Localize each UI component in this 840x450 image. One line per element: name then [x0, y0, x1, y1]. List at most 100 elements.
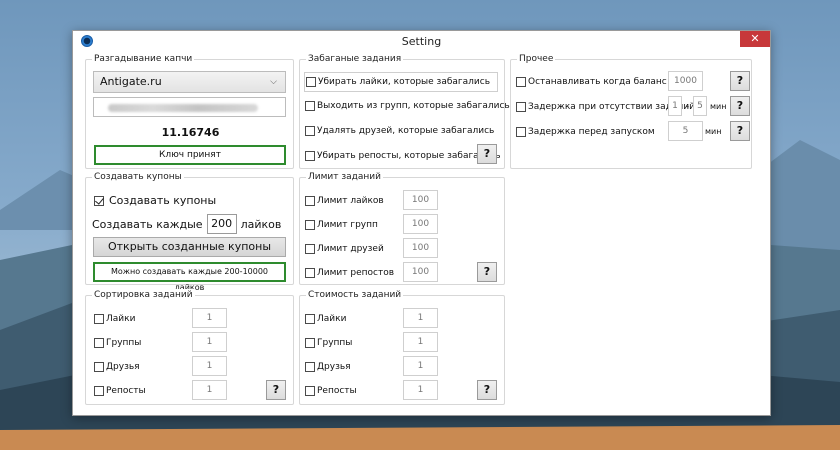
banned-reposts-label: Убирать репосты, которые забагались	[317, 151, 501, 161]
limit-likes-check[interactable]	[305, 196, 315, 206]
captcha-service-value: Antigate.ru	[100, 75, 162, 88]
cost-reposts-input[interactable]: 1	[403, 380, 438, 400]
every-label: Создавать каждые	[92, 217, 203, 231]
banned-reposts-checkbox[interactable]: Убирать репосты, которые забагались	[305, 151, 501, 161]
create-coupons-label: Создавать купоны	[109, 194, 217, 207]
banned-groups-label: Выходить из групп, которые забагались	[317, 101, 510, 111]
delay-start-input[interactable]: 5	[668, 121, 703, 141]
limit-friends-input[interactable]: 100	[403, 238, 438, 258]
delay-absent-check[interactable]	[516, 102, 526, 112]
sort-reposts-check[interactable]	[94, 386, 104, 396]
sort-friends-label: Друзья	[106, 362, 140, 372]
sort-likes-label: Лайки	[106, 314, 136, 324]
close-button[interactable]: ✕	[740, 31, 770, 47]
banned-likes-checkbox[interactable]: Убирать лайки, которые забагались	[304, 72, 498, 92]
create-coupons-check[interactable]	[94, 195, 104, 206]
banned-reposts-check[interactable]	[305, 151, 315, 161]
cost-groups-input[interactable]: 1	[403, 332, 438, 352]
banned-likes-label: Убирать лайки, которые забагались	[318, 77, 491, 87]
cost-friends-check[interactable]	[305, 362, 315, 372]
limit-reposts-input[interactable]: 100	[403, 262, 438, 282]
title-bar[interactable]: Setting ✕	[73, 31, 770, 51]
limit-likes-checkbox[interactable]: Лимит лайков	[305, 196, 384, 206]
limit-reposts-checkbox[interactable]: Лимит репостов	[305, 268, 394, 278]
banned-likes-check[interactable]	[306, 77, 316, 87]
banned-help-button[interactable]: ?	[477, 144, 497, 164]
api-key-input[interactable]	[93, 97, 286, 117]
settings-window: Setting ✕ Разгадывание капчи Antigate.ru…	[72, 30, 771, 416]
banned-group-title: Забаганые задания	[306, 53, 404, 65]
delay-start-min-label: мин	[705, 127, 722, 136]
limit-friends-check[interactable]	[305, 244, 315, 254]
banned-group: Забаганые задания Убирать лайки, которые…	[299, 53, 510, 169]
delay-min-label: мин	[710, 102, 727, 111]
delay-start-check[interactable]	[516, 127, 526, 137]
banned-groups-checkbox[interactable]: Выходить из групп, которые забагались	[305, 101, 510, 111]
every-row: Создавать каждые 200 лайков	[92, 214, 281, 234]
chevron-down-icon: ⌵	[270, 77, 277, 87]
cost-group-title: Стоимость заданий	[306, 289, 404, 301]
sort-reposts-checkbox[interactable]: Репосты	[94, 386, 146, 396]
limit-likes-input[interactable]: 100	[403, 190, 438, 210]
sort-help-button[interactable]: ?	[266, 380, 286, 400]
sort-reposts-input[interactable]: 1	[192, 380, 227, 400]
limit-groups-input[interactable]: 100	[403, 214, 438, 234]
cost-help-button[interactable]: ?	[477, 380, 497, 400]
delay-start-checkbox[interactable]: Задержка перед запуском	[516, 127, 655, 137]
sort-likes-input[interactable]: 1	[192, 308, 227, 328]
delay-from-input[interactable]: 1	[668, 96, 682, 116]
cost-group: Стоимость заданий Лайки 1 Группы 1 Друзь…	[299, 289, 505, 405]
delay-dash: -	[686, 102, 690, 112]
cost-reposts-check[interactable]	[305, 386, 315, 396]
likes-label: лайков	[240, 217, 282, 231]
limit-friends-checkbox[interactable]: Лимит друзей	[305, 244, 384, 254]
captcha-service-select[interactable]: Antigate.ru ⌵	[93, 71, 286, 93]
cost-groups-check[interactable]	[305, 338, 315, 348]
sort-likes-check[interactable]	[94, 314, 104, 324]
banned-friends-checkbox[interactable]: Удалять друзей, которые забагались	[305, 126, 494, 136]
delay-start-label: Задержка перед запуском	[528, 127, 655, 137]
limit-groups-label: Лимит групп	[317, 220, 378, 230]
cost-likes-check[interactable]	[305, 314, 315, 324]
sort-likes-checkbox[interactable]: Лайки	[94, 314, 135, 324]
limit-groups-checkbox[interactable]: Лимит групп	[305, 220, 378, 230]
sort-groups-checkbox[interactable]: Группы	[94, 338, 141, 348]
sort-friends-checkbox[interactable]: Друзья	[94, 362, 140, 372]
cost-groups-checkbox[interactable]: Группы	[305, 338, 352, 348]
limit-groups-check[interactable]	[305, 220, 315, 230]
cost-friends-checkbox[interactable]: Друзья	[305, 362, 351, 372]
cost-friends-input[interactable]: 1	[403, 356, 438, 376]
cost-likes-input[interactable]: 1	[403, 308, 438, 328]
delay-to-input[interactable]: 5	[693, 96, 707, 116]
cost-likes-checkbox[interactable]: Лайки	[305, 314, 346, 324]
banned-friends-label: Удалять друзей, которые забагались	[317, 126, 495, 136]
sort-groups-label: Группы	[106, 338, 142, 348]
stop-balance-check[interactable]	[516, 77, 526, 87]
coupon-range-hint: Можно создавать каждые 200-10000 лайков	[93, 262, 286, 292]
stop-balance-help-button[interactable]: ?	[730, 71, 750, 91]
key-status-button[interactable]: Ключ принят	[94, 145, 286, 165]
limit-reposts-check[interactable]	[305, 268, 315, 278]
cost-reposts-checkbox[interactable]: Репосты	[305, 386, 357, 396]
other-group: Прочее Останавливать когда баланс будет …	[510, 53, 752, 169]
open-coupons-button[interactable]: Открыть созданные купоны	[93, 237, 286, 257]
sort-friends-input[interactable]: 1	[192, 356, 227, 376]
stop-balance-input[interactable]: 1000	[668, 71, 703, 91]
banned-friends-check[interactable]	[305, 126, 315, 136]
limit-likes-label: Лимит лайков	[317, 196, 384, 206]
every-input[interactable]: 200	[206, 214, 237, 234]
banned-groups-check[interactable]	[305, 101, 315, 111]
sort-friends-check[interactable]	[94, 362, 104, 372]
sort-groups-check[interactable]	[94, 338, 104, 348]
limits-group: Лимит заданий Лимит лайков 100 Лимит гру…	[299, 171, 505, 285]
sort-groups-input[interactable]: 1	[192, 332, 227, 352]
captcha-group-title: Разгадывание капчи	[92, 53, 195, 65]
limits-help-button[interactable]: ?	[477, 262, 497, 282]
limit-reposts-label: Лимит репостов	[317, 268, 395, 278]
cost-reposts-label: Репосты	[317, 386, 357, 396]
limits-group-title: Лимит заданий	[306, 171, 383, 183]
create-coupons-checkbox[interactable]: Создавать купоны	[94, 194, 216, 207]
delay-start-help-button[interactable]: ?	[730, 121, 750, 141]
delay-absent-help-button[interactable]: ?	[730, 96, 750, 116]
window-title: Setting	[401, 35, 442, 48]
